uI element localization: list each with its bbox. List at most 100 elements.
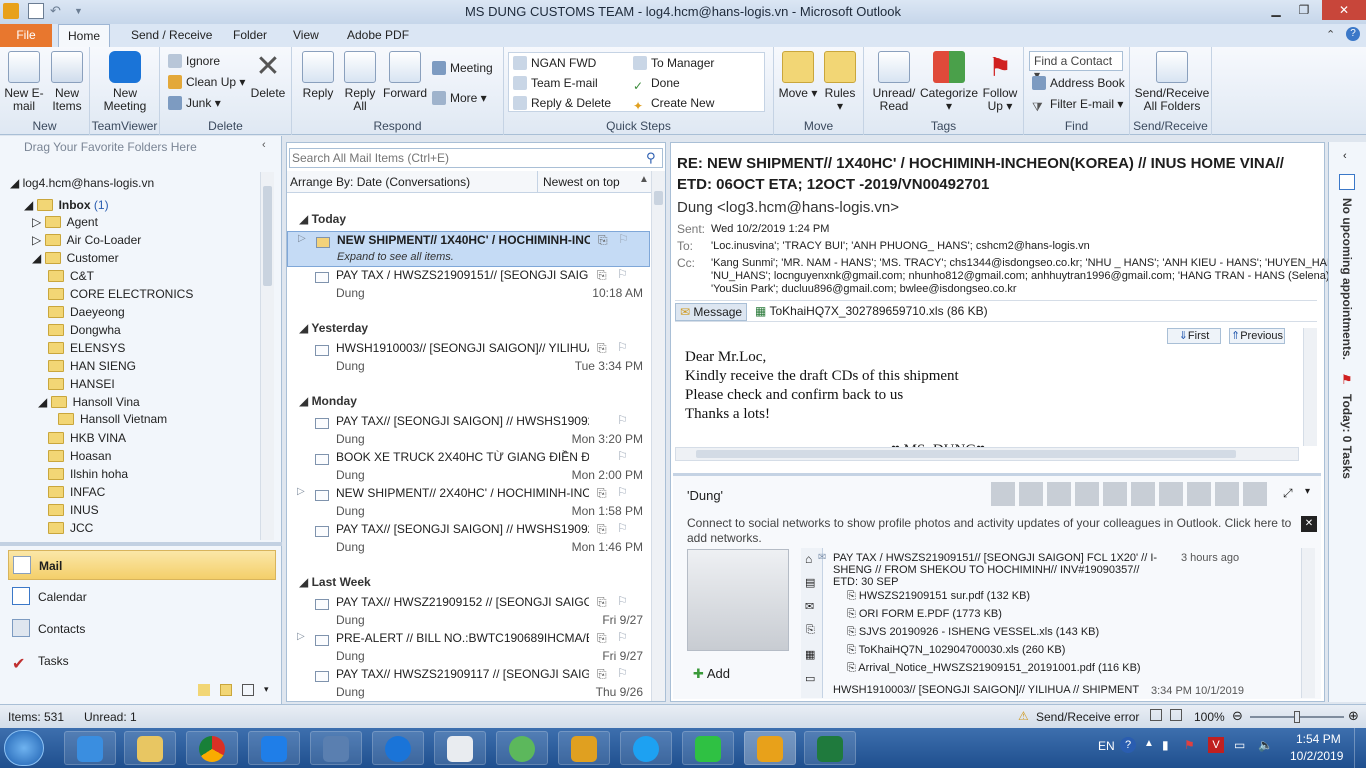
- body-hscrollbar-thumb[interactable]: [696, 450, 1236, 458]
- folder-core-electronics[interactable]: CORE ELECTRONICS: [48, 285, 193, 303]
- junk-button[interactable]: Junk ▾: [168, 94, 221, 112]
- notes-icon[interactable]: [198, 684, 210, 696]
- tab-folder[interactable]: Folder: [224, 24, 276, 47]
- meetings-icon[interactable]: ▦: [805, 648, 815, 661]
- list-item[interactable]: ▷ NEW SHIPMENT// 1X40HC' / HOCHIMINH-INC…: [287, 231, 650, 267]
- group-header-today[interactable]: ◢ Today: [299, 212, 346, 226]
- close-connect-icon[interactable]: ✕: [1301, 516, 1317, 532]
- message-tab[interactable]: ✉ Message: [675, 303, 748, 321]
- meeting-button[interactable]: Meeting: [432, 59, 493, 77]
- tab-adobe-pdf[interactable]: Adobe PDF: [338, 24, 418, 47]
- tab-home[interactable]: Home: [58, 24, 111, 48]
- activities-icon[interactable]: ▤: [805, 576, 815, 589]
- quickstep-to-manager[interactable]: To Manager: [633, 54, 714, 72]
- network-icon[interactable]: ▮: [1162, 738, 1169, 752]
- collapse-ribbon-icon[interactable]: ⌃: [1326, 28, 1335, 41]
- folder-hoasan[interactable]: Hoasan: [48, 447, 111, 465]
- taskbar-excel[interactable]: [804, 731, 856, 765]
- list-item[interactable]: PAY TAX// HWSZS21909117 // [SEONGJI SAIG…: [287, 666, 650, 702]
- reply-button[interactable]: Reply: [298, 49, 338, 100]
- address-book-button[interactable]: Address Book: [1032, 74, 1125, 92]
- search-input[interactable]: [292, 150, 632, 166]
- flag-outline-icon[interactable]: ⚐: [617, 485, 628, 499]
- tab-file[interactable]: File: [0, 24, 52, 47]
- configure-buttons-icon[interactable]: ▾: [264, 684, 269, 695]
- cc-value-line-1[interactable]: 'Kang Sunmi'; 'MR. NAM - HANS'; 'MS. TRA…: [711, 257, 1347, 269]
- zoom-level[interactable]: 100%: [1194, 710, 1225, 724]
- more-respond-button[interactable]: More ▾: [432, 89, 487, 107]
- message-sender[interactable]: Dung <log3.hcm@hans-logis.vn>: [677, 199, 899, 216]
- new-meeting-button[interactable]: New Meeting: [94, 49, 156, 113]
- activity-attachment[interactable]: ⎘ ToKhaiHQ7N_102904700030.xls (260 KB): [847, 644, 1065, 657]
- body-vscrollbar[interactable]: [1303, 328, 1317, 446]
- activity-attachment[interactable]: ⎘ SJVS 20190926 - ISHENG VESSEL.xls (143…: [847, 626, 1099, 639]
- nav-splitter[interactable]: [0, 542, 282, 546]
- flag-outline-icon[interactable]: ⚐: [617, 340, 628, 354]
- task-flag-icon[interactable]: ⚑: [1341, 372, 1353, 388]
- send-receive-error[interactable]: Send/Receive error: [1036, 710, 1139, 724]
- attachments-icon[interactable]: ⎘: [806, 624, 815, 637]
- taskbar-internet-explorer[interactable]: [64, 731, 116, 765]
- collapse-nav-icon[interactable]: ‹: [262, 139, 266, 151]
- arrange-header[interactable]: Arrange By: Date (Conversations) Newest …: [287, 171, 653, 193]
- folder-hansei[interactable]: HANSEI: [48, 375, 115, 393]
- list-item[interactable]: BOOK XE TRUCK 2X40HC TỪ GIANG ĐIỀN ĐI CÁ…: [287, 449, 650, 485]
- zoom-in-icon[interactable]: ⊕: [1348, 708, 1359, 724]
- expand-people-pane-icon[interactable]: ⤢: [1283, 486, 1293, 501]
- group-header-last-week[interactable]: ◢ Last Week: [299, 575, 371, 589]
- unread-read-button[interactable]: Unread/ Read: [870, 49, 918, 113]
- quickstep-done[interactable]: ✓ Done: [633, 74, 680, 93]
- list-item[interactable]: ▷ NEW SHIPMENT// 2X40HC' / HOCHIMINH-INC…: [287, 485, 650, 521]
- mail-activity-icon[interactable]: ✉: [805, 600, 814, 613]
- expand-conversation-icon[interactable]: ▷: [298, 233, 306, 244]
- taskbar-outlook[interactable]: [744, 731, 796, 765]
- list-item[interactable]: PAY TAX// [SEONGJI SAIGON] // HWSHS19092…: [287, 521, 650, 557]
- taskbar-line[interactable]: [682, 731, 734, 765]
- list-item[interactable]: PAY TAX// [SEONGJI SAIGON] // HWSHS19092…: [287, 413, 650, 449]
- sort-order-label[interactable]: Newest on top: [543, 175, 620, 189]
- folder-han-sieng[interactable]: HAN SIENG: [48, 357, 136, 375]
- previous-button[interactable]: ⇑Previous: [1229, 328, 1285, 344]
- cc-value-line-3[interactable]: 'YouSin Park'; ducluu896@gmail.com; bwle…: [711, 283, 1017, 295]
- zoom-slider-thumb[interactable]: [1294, 711, 1300, 723]
- tab-view[interactable]: View: [284, 24, 328, 47]
- taskbar-clover-app[interactable]: [496, 731, 548, 765]
- folder-customer[interactable]: ◢ Customer: [32, 249, 119, 267]
- contact-photo-strip[interactable]: [991, 482, 1271, 506]
- body-hscrollbar[interactable]: [675, 447, 1299, 461]
- folder-daeyeong[interactable]: Daeyeong: [48, 303, 125, 321]
- help-tray-icon[interactable]: ?: [1120, 737, 1136, 753]
- search-box[interactable]: ⚲: [289, 148, 663, 168]
- folder-scrollbar[interactable]: [260, 172, 274, 540]
- language-indicator[interactable]: EN: [1098, 739, 1115, 753]
- zoom-out-icon[interactable]: ⊖: [1232, 708, 1243, 724]
- list-item[interactable]: PAY TAX / HWSZS21909151// [SEONGJI SAIGO…: [287, 267, 650, 303]
- nav-mail-button[interactable]: Mail: [8, 550, 276, 580]
- add-contact-button[interactable]: ✚ Add: [693, 666, 730, 682]
- new-items-button[interactable]: New Items: [46, 49, 88, 113]
- activity-item-subject[interactable]: HWSH1910003// [SEONGJI SAIGON]// YILIHUA…: [833, 684, 1163, 696]
- today-tasks-text[interactable]: Today: 0 Tasks: [1340, 394, 1354, 479]
- move-button[interactable]: Move ▾: [778, 49, 818, 100]
- show-hidden-icons[interactable]: ▲: [1144, 738, 1154, 749]
- categorize-button[interactable]: Categorize ▾: [918, 49, 980, 113]
- folder-air-co-loader[interactable]: ▷ Air Co-Loader: [32, 231, 141, 249]
- group-header-monday[interactable]: ◢ Monday: [299, 394, 357, 408]
- folder-elensys[interactable]: ELENSYS: [48, 339, 125, 357]
- filter-email-button[interactable]: ⧩ Filter E-mail ▾: [1032, 95, 1123, 114]
- people-activity-scrollbar[interactable]: [1301, 548, 1315, 698]
- taskbar-app[interactable]: [310, 731, 362, 765]
- forward-button[interactable]: Forward: [382, 49, 428, 100]
- taskbar-skype[interactable]: [620, 731, 672, 765]
- folder-scrollbar-thumb[interactable]: [263, 186, 272, 286]
- folder-hansoll-vina[interactable]: ◢ Hansoll Vina: [38, 393, 140, 411]
- start-button[interactable]: [4, 730, 44, 766]
- arrange-by-label[interactable]: Arrange By: Date (Conversations): [290, 175, 470, 189]
- rules-button[interactable]: Rules ▾: [820, 49, 860, 113]
- list-item[interactable]: ▷ PRE-ALERT // BILL NO.:BWTC190689IHCMA/…: [287, 630, 650, 666]
- all-items-icon[interactable]: ⌂: [805, 552, 812, 566]
- account-node[interactable]: ◢ log4.hcm@hans-logis.vn: [10, 174, 154, 192]
- flag-outline-icon[interactable]: ⚐: [617, 594, 628, 608]
- message-list-scrollbar[interactable]: [651, 171, 665, 701]
- flag-outline-icon[interactable]: ⚐: [617, 267, 628, 281]
